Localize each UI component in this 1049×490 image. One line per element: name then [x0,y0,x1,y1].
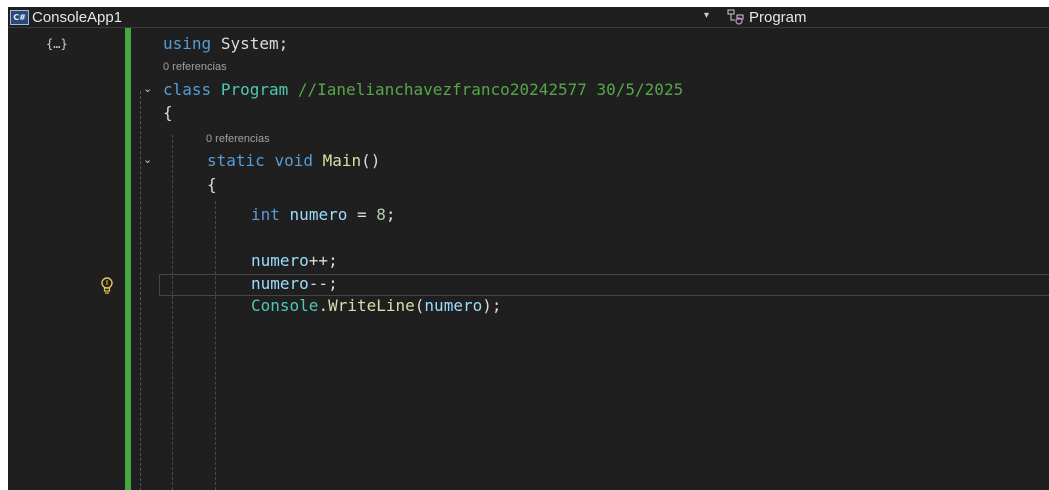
code-editor-window: C# ConsoleApp1 ▾ Program {…} ⌄ ⌄ using S… [8,7,1049,490]
code-line-class[interactable]: class Program //Ianelianchavezfranco2024… [163,79,683,101]
code-line-declaration[interactable]: int numero = 8; [251,204,396,226]
keyword: using [163,34,212,53]
project-dropdown[interactable]: C# ConsoleApp1 [10,7,122,27]
type-identifier: Console [251,296,319,315]
code-line-open-brace[interactable]: { [163,102,173,124]
keyword: static [207,151,265,170]
lightbulb-icon[interactable] [100,276,114,296]
comment: //Ianelianchavezfranco20242577 30/5/2025 [297,80,684,99]
project-name: ConsoleApp1 [32,8,123,26]
method-identifier: Main [322,151,362,170]
variable: numero [424,296,483,315]
code-line-using[interactable]: using System; [163,33,288,55]
keyword: class [163,80,212,99]
code-area[interactable]: {…} ⌄ ⌄ using System; 0 referencias clas… [8,28,1049,490]
paren: ( [414,296,425,315]
code-line-open-brace[interactable]: { [207,174,217,196]
code-line-decrement[interactable]: numero--; [251,273,338,295]
code-line-writeline[interactable]: Console.WriteLine(numero); [251,295,501,317]
change-tracking-bar [125,28,131,490]
class-identifier: Program [220,80,289,99]
variable: numero [251,274,309,293]
navigation-bar: C# ConsoleApp1 ▾ Program [8,7,1049,28]
operator: ++; [308,251,338,270]
parens: () [361,151,381,170]
class-name: Program [749,8,807,26]
namespace: System [220,34,279,53]
operator: --; [308,274,338,293]
operator: = [356,205,367,224]
keyword: void [274,151,313,170]
indent-guide [215,201,216,490]
collapse-method-toggle[interactable]: ⌄ [143,153,152,166]
class-dropdown[interactable]: Program [725,7,807,27]
dot: . [318,296,329,315]
code-line-main[interactable]: static void Main() [207,150,380,172]
outline-line [140,91,142,490]
semicolon: ; [278,34,289,53]
class-icon [727,9,744,25]
scope-icon: {…} [46,37,68,51]
code-line-increment[interactable]: numero++; [251,250,338,272]
codelens-references[interactable]: 0 referencias [163,61,227,73]
csharp-project-icon: C# [10,9,29,25]
indicator-margin [8,28,125,490]
chevron-down-icon[interactable]: ▾ [704,10,709,21]
collapse-class-toggle[interactable]: ⌄ [143,82,152,95]
codelens-references[interactable]: 0 referencias [206,133,270,145]
semicolon: ; [385,205,396,224]
keyword: int [251,205,280,224]
variable: numero [289,205,348,224]
number-literal: 8 [376,205,386,224]
indent-guide [172,135,173,490]
variable: numero [251,251,309,270]
paren: ); [482,296,502,315]
method-identifier: WriteLine [328,296,415,315]
